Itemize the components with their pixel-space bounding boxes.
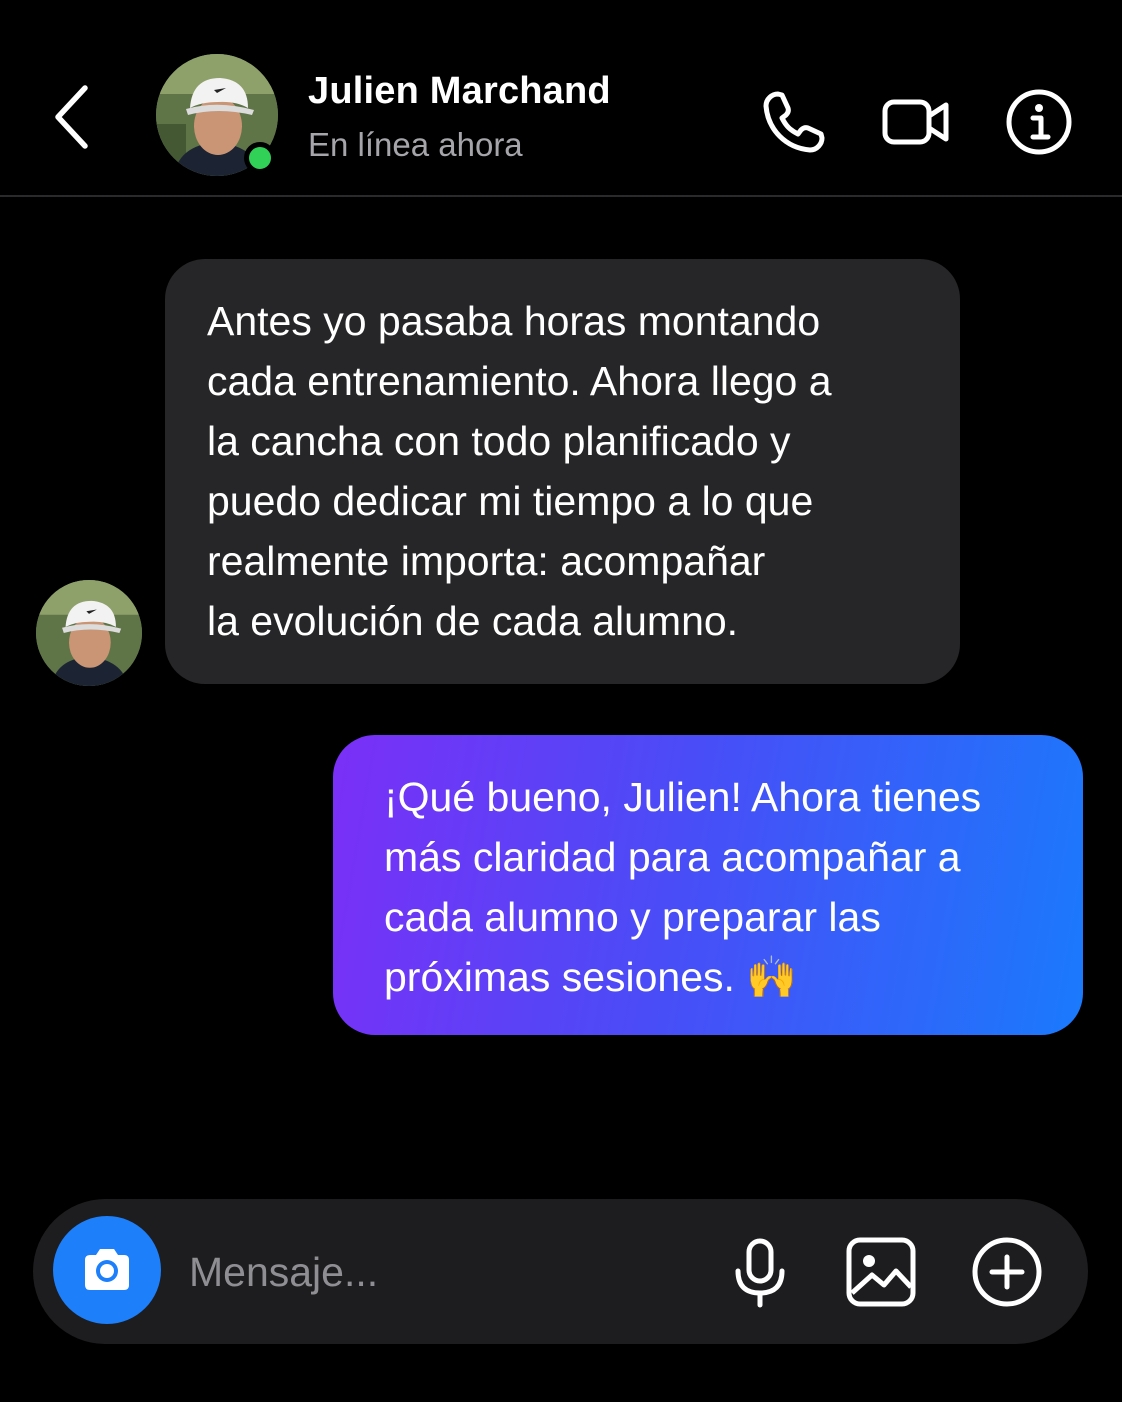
chevron-left-icon (55, 85, 88, 149)
presence-status: En línea ahora (308, 126, 523, 163)
image-icon (846, 1237, 916, 1307)
incoming-message-bubble[interactable]: Antes yo pasaba horas montando cada entr… (165, 259, 960, 684)
message-line: próximas sesiones. 🙌 (384, 954, 798, 1000)
message-line: cada entrenamiento. Ahora llego a (207, 358, 832, 404)
message-line: cada alumno y preparar las (384, 894, 881, 940)
contact-name[interactable]: Julien Marchand (308, 70, 611, 113)
outgoing-message-bubble[interactable]: ¡Qué bueno, Julien! Ahora tienes más cla… (333, 735, 1083, 1035)
message-input[interactable] (189, 1235, 689, 1309)
phone-icon (763, 91, 825, 153)
camera-button[interactable] (53, 1216, 161, 1324)
message-line: la evolución de cada alumno. (207, 598, 739, 644)
chat-info-button[interactable] (1004, 88, 1074, 158)
message-line: puedo dedicar mi tiempo a lo que (207, 478, 814, 524)
contact-avatar[interactable] (156, 54, 278, 176)
video-call-button[interactable] (880, 88, 950, 158)
info-icon (1006, 89, 1072, 155)
camera-icon (85, 1249, 129, 1290)
back-button[interactable] (44, 82, 100, 152)
chat-header: Julien Marchand En línea ahora (0, 0, 1122, 197)
voice-call-button[interactable] (758, 88, 828, 158)
microphone-icon (735, 1238, 785, 1308)
message-line: realmente importa: acompañar (207, 538, 766, 584)
online-indicator (244, 142, 276, 174)
message-line: Antes yo pasaba horas montando (207, 298, 821, 344)
message-line: más claridad para acompañar a (384, 834, 961, 880)
voice-message-button[interactable] (723, 1235, 797, 1309)
message-line: la cancha con todo planificado y (207, 418, 791, 464)
message-line: ¡Qué bueno, Julien! Ahora tienes (384, 774, 982, 820)
sender-avatar[interactable] (36, 580, 142, 686)
plus-circle-icon (972, 1237, 1042, 1307)
more-options-button[interactable] (970, 1235, 1044, 1309)
message-composer (33, 1199, 1088, 1344)
gallery-button[interactable] (844, 1235, 918, 1309)
video-camera-icon (882, 99, 949, 145)
